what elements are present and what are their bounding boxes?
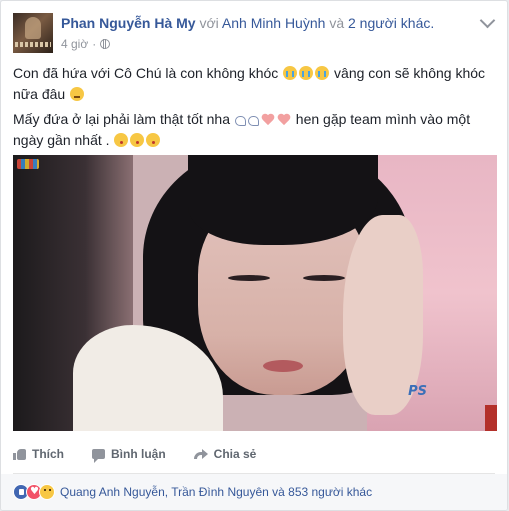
globe-icon[interactable]	[100, 39, 111, 49]
comment-button[interactable]: Bình luận	[92, 447, 166, 463]
post-photo[interactable]: PS	[13, 155, 497, 431]
tagged-user[interactable]: Anh Minh Huỳnh	[222, 15, 326, 31]
post-paragraph-1: Con đã hứa với Cô Chú là con không khóc …	[13, 63, 499, 105]
post-line2-start: Mấy đứa ở lại phải làm thật tốt nha	[13, 111, 230, 127]
photo-corner-mark	[485, 405, 497, 431]
avatar-figure	[25, 17, 41, 39]
actions-divider	[13, 473, 495, 474]
post-meta: 4 giờ ·	[61, 37, 111, 51]
broadcaster-logo-icon	[17, 159, 39, 169]
post-line1-start: Con đã hứa với Cô Chú là con không khóc	[13, 65, 279, 81]
crying-face-icon	[315, 66, 330, 80]
kissing-face-icon	[146, 133, 161, 147]
heart-icon	[277, 113, 291, 126]
pensive-face-icon	[70, 87, 85, 101]
sad-reaction-icon[interactable]	[39, 484, 55, 500]
and-text: và	[329, 15, 345, 31]
tagged-others[interactable]: 2 người khác.	[348, 15, 434, 31]
thumbs-up-icon	[13, 448, 26, 460]
photo-lips	[263, 360, 303, 372]
meta-separator: ·	[92, 37, 97, 51]
like-button[interactable]: Thích	[13, 447, 64, 461]
kissing-face-icon	[130, 133, 145, 147]
photo-eye-left	[228, 275, 270, 281]
post-options-chevron-icon[interactable]	[479, 12, 496, 29]
photo-eye-right	[303, 275, 345, 281]
avatar-caption-strip	[15, 42, 51, 47]
share-label: Chia sẻ	[213, 447, 257, 461]
author-name[interactable]: Phan Nguyễn Hà My	[61, 15, 196, 31]
flexed-arm-icon	[234, 116, 246, 126]
share-button[interactable]: Chia sẻ	[193, 447, 257, 461]
comment-icon	[92, 449, 105, 463]
share-arrow-icon	[193, 449, 208, 459]
comment-label: Bình luận	[111, 447, 166, 461]
kissing-face-icon	[114, 133, 129, 147]
reactions-summary[interactable]: Quang Anh Nguyễn, Trần Đình Nguyên và 85…	[13, 484, 372, 500]
post-actions: Thích Bình luận Chia sẻ	[13, 447, 284, 463]
post-time[interactable]: 4 giờ	[61, 37, 88, 51]
flexed-arm-icon	[247, 116, 259, 126]
post-body: Con đã hứa với Cô Chú là con không khóc …	[13, 63, 499, 155]
photo-watermark: PS	[408, 384, 427, 399]
heart-icon	[261, 113, 275, 126]
like-label: Thích	[32, 447, 64, 461]
crying-face-icon	[299, 66, 314, 80]
post-paragraph-2: Mấy đứa ở lại phải làm thật tốt nha hen …	[13, 109, 499, 151]
post-header: Phan Nguyễn Hà My với Anh Minh Huỳnh và …	[61, 15, 434, 31]
reaction-names[interactable]: Quang Anh Nguyễn, Trần Đình Nguyên và 85…	[60, 485, 372, 499]
post-card: Phan Nguyễn Hà My với Anh Minh Huỳnh và …	[0, 0, 508, 511]
author-avatar[interactable]	[13, 13, 53, 53]
with-text: với	[199, 15, 219, 31]
crying-face-icon	[283, 66, 298, 80]
